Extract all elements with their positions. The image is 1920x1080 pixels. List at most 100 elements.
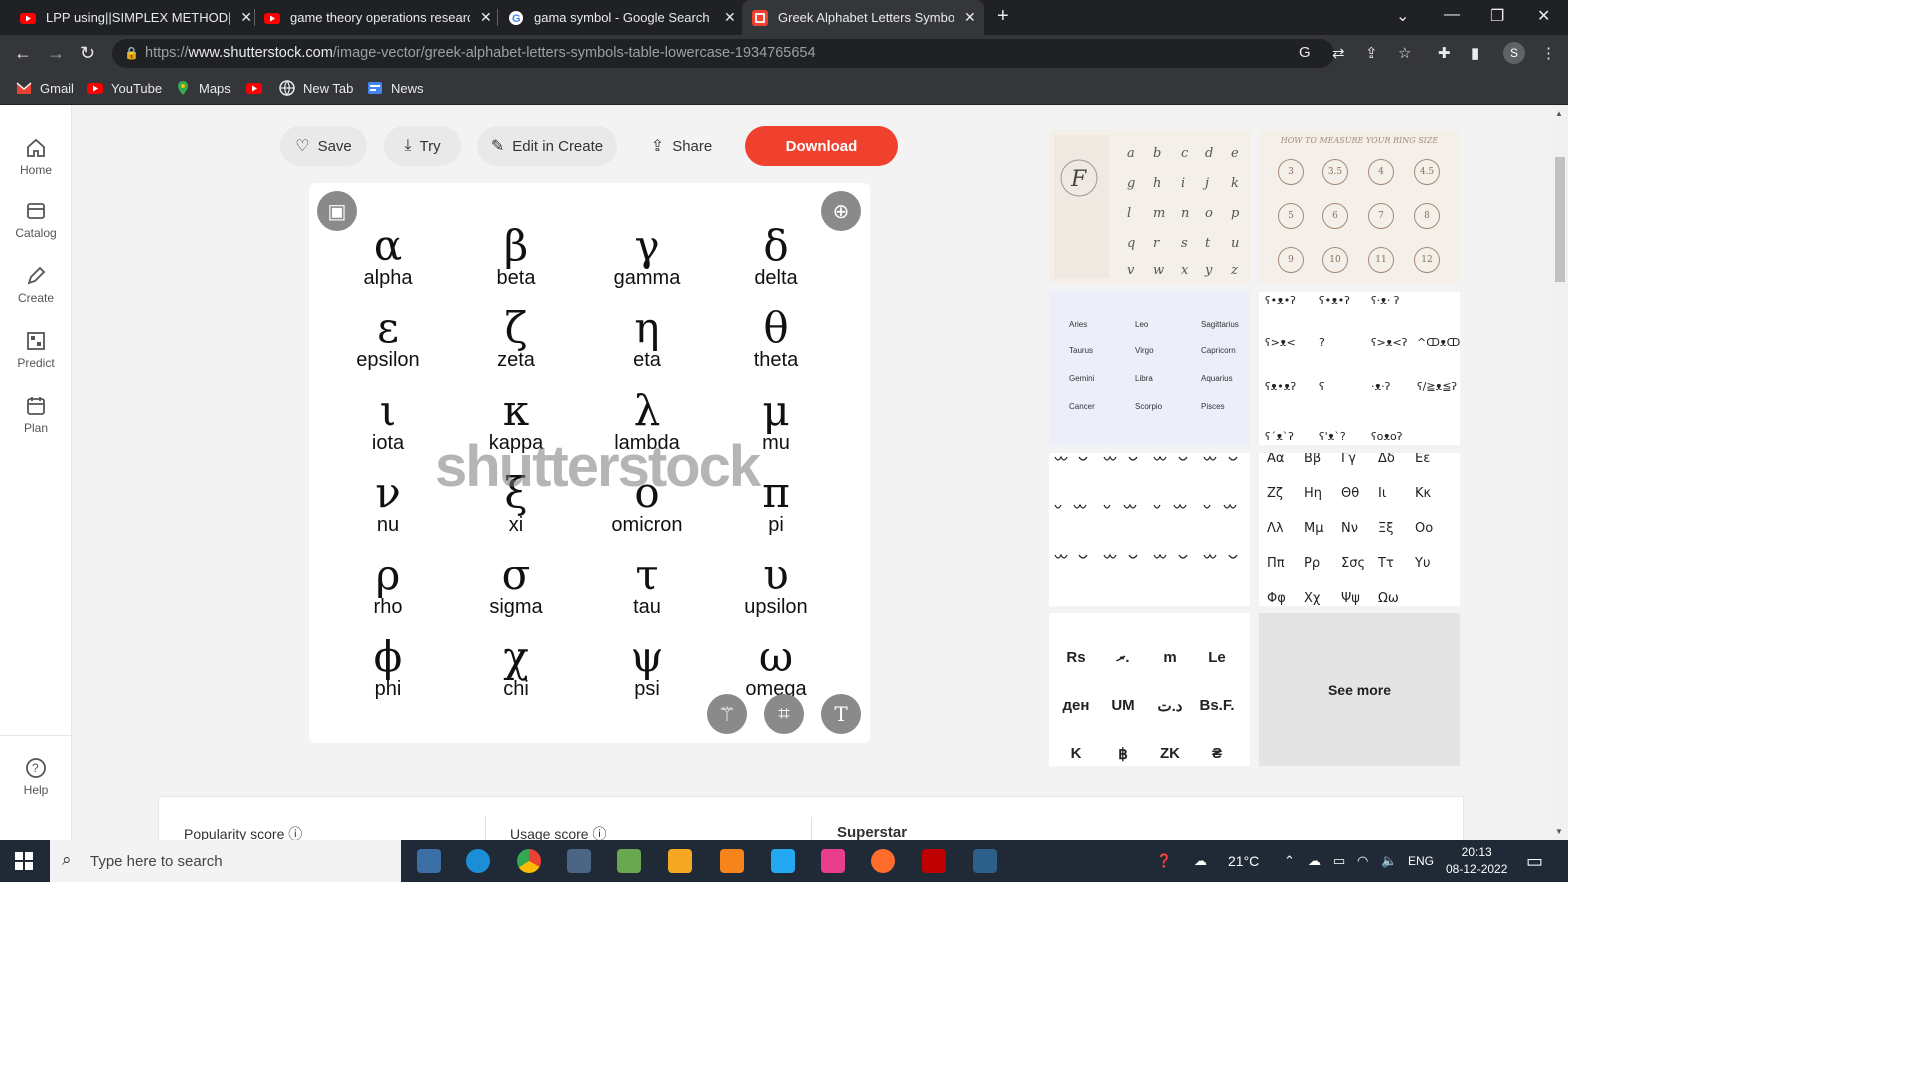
greek-letter: ω — [758, 632, 794, 681]
magic-wand-icon[interactable]: ⚚ — [707, 694, 747, 734]
bookmark-maps[interactable]: Maps — [175, 72, 231, 104]
greek-pair: Ρρ — [1304, 556, 1321, 571]
nav-plan[interactable]: Plan — [0, 395, 72, 435]
share-button[interactable]: ⇪ Share — [634, 126, 729, 166]
greek-pair: Οο — [1415, 521, 1434, 536]
svg-text:a: a — [1127, 146, 1135, 161]
bookmark-news[interactable]: News — [367, 72, 424, 104]
text-icon[interactable]: T — [821, 694, 861, 734]
sidepanel-icon[interactable]: ▮ — [1471, 44, 1479, 62]
wifi-icon[interactable]: ◠ — [1357, 840, 1368, 882]
globe-icon — [279, 80, 295, 97]
scrollbar[interactable]: ▲ ▼ — [1552, 105, 1568, 840]
thumb-currency[interactable]: Rs ރ. m Le ден UM د.ت Bs.F. K ฿ ZK ₴ — [1049, 613, 1250, 766]
bookmark-youtube[interactable]: YouTube — [87, 72, 162, 104]
xampp-icon[interactable] — [720, 849, 744, 873]
thumb-zodiac[interactable]: Aries Leo Sagittarius Taurus Virgo Capricorn G… — [1049, 292, 1250, 445]
nav-home[interactable]: Home — [0, 137, 72, 177]
extensions-icon[interactable]: ✚ — [1438, 44, 1451, 62]
bookmark-new-tab[interactable]: New Tab — [279, 72, 353, 104]
chevron-down-icon[interactable]: ⌄ — [1396, 6, 1409, 26]
menu-icon[interactable]: ⋮ — [1541, 44, 1556, 62]
webstorm-icon[interactable] — [821, 849, 845, 873]
scroll-up-icon[interactable]: ▲ — [1555, 109, 1563, 118]
crop-icon[interactable]: ⌗ — [764, 694, 804, 734]
forward-icon[interactable]: → — [47, 43, 65, 64]
filezilla-icon[interactable] — [922, 849, 946, 873]
scrollbar-thumb[interactable] — [1555, 157, 1565, 282]
tab-shutterstock[interactable]: Greek Alphabet Letters Symbols T ✕ — [742, 0, 984, 35]
nav-create[interactable]: Create — [0, 265, 72, 305]
sublime-icon[interactable] — [668, 849, 692, 873]
ring-size: 4 — [1368, 159, 1394, 185]
toolbar: ← → ↻ 🔒 https://www.shutterstock.com/ima… — [0, 35, 1568, 72]
ring-size: 7 — [1368, 203, 1394, 229]
postman-icon[interactable] — [871, 849, 895, 873]
thumb-pattern[interactable] — [1049, 453, 1250, 606]
tab-game-theory[interactable]: game theory operations research ✕ — [264, 0, 494, 35]
back-icon[interactable]: ← — [14, 43, 32, 64]
thumb-ring-size[interactable]: HOW TO MEASURE YOUR RING SIZE 3 3.5 4 4.5 5 6… — [1259, 130, 1460, 283]
address-bar[interactable]: 🔒 https://www.shutterstock.com/image-vec… — [112, 39, 1334, 68]
translate-icon[interactable]: ⇄ — [1332, 44, 1345, 62]
kaomoji: ʕ/≧ᴥ≦ʔ — [1417, 380, 1458, 393]
nav-catalog[interactable]: Catalog — [0, 200, 72, 240]
bookmark-gmail[interactable]: Gmail — [16, 72, 74, 104]
thumb-kaomoji[interactable]: ʕ•ᴥ•ʔ ʕ•ᴥ•ʔ ʕ·ᴥ· ʔ ʕ>ᴥ<? ʕ>ᴥ<ʔ ^ↀᴥↀ^ ʕᴥ•ᴥʔ ʕ ·ᴥ·… — [1259, 292, 1460, 445]
close-window-icon[interactable]: ✕ — [1537, 6, 1550, 26]
greek-letter: λ — [633, 386, 661, 435]
close-icon[interactable]: ✕ — [724, 9, 736, 26]
nav-help[interactable]: ? Help — [0, 757, 72, 797]
kaomoji: ·ᴥ·ʔ — [1371, 380, 1391, 393]
nav-predict[interactable]: Predict — [0, 330, 72, 370]
edit-icon: ✎ — [490, 138, 505, 155]
vscode-icon[interactable] — [771, 849, 795, 873]
restore-icon[interactable]: ❐ — [1490, 6, 1504, 26]
edit-in-create-button[interactable]: ✎ Edit in Create — [477, 126, 617, 166]
svg-text:c: c — [1181, 146, 1189, 161]
volume-icon[interactable]: 🔈 — [1381, 840, 1397, 882]
share-icon[interactable]: ⇪ — [1365, 44, 1378, 62]
profile-avatar[interactable]: S — [1503, 42, 1525, 64]
minimize-icon[interactable]: — — [1444, 6, 1460, 24]
language-indicator[interactable]: ENG — [1408, 840, 1434, 882]
greek-letter: ν — [375, 468, 401, 517]
zodiac-sign: Cancer — [1069, 402, 1095, 411]
try-button[interactable]: ⤓ Try — [384, 126, 461, 166]
battery-icon[interactable]: ▭ — [1333, 840, 1345, 882]
notepad-icon[interactable] — [617, 849, 641, 873]
notification-icon[interactable]: ▭ — [1526, 840, 1543, 882]
chevron-up-icon[interactable]: ⌃ — [1284, 840, 1295, 882]
close-icon[interactable]: ✕ — [240, 9, 252, 26]
windows-start-icon[interactable] — [15, 852, 33, 875]
thumb-calligraphy[interactable]: F a b c d e g h i j k l m n o p q r s t u v w xy z — [1049, 130, 1250, 283]
svg-text:p: p — [1231, 206, 1240, 221]
sql-icon[interactable] — [567, 849, 591, 873]
download-button[interactable]: Download — [745, 126, 898, 166]
google-icon[interactable]: G — [1299, 44, 1311, 61]
network-icon[interactable] — [973, 849, 997, 873]
weather-icon[interactable]: ☁ — [1194, 840, 1207, 882]
help-tray-icon[interactable]: ❓ — [1156, 840, 1172, 882]
scroll-down-icon[interactable]: ▼ — [1555, 827, 1563, 836]
preview-image[interactable]: ▣ ⊕ α alpha β beta γ gamma δ delta ε epsilon ζ zeta… — [309, 183, 870, 743]
tab-lpp[interactable]: LPP using||SIMPLEX METHOD||si ✕ — [20, 0, 252, 35]
bookmark-youtube-2[interactable] — [246, 72, 270, 104]
star-icon[interactable]: ☆ — [1398, 44, 1411, 62]
clock[interactable]: 20:13 08-12-2022 — [1446, 840, 1507, 882]
taskbar-search[interactable]: ⌕ Type here to search — [50, 840, 401, 882]
thumb-greek-alphabet[interactable]: Αα Ββ Γγ Δδ Εε Ζζ Ηη Θθ Ιι Κκ Λλ Μμ Νν Ξξ Οο Ππ Ρρ Σσς Ττ Υ… — [1259, 453, 1460, 606]
chrome-icon[interactable] — [517, 849, 541, 873]
save-button[interactable]: ♡ Save — [280, 126, 367, 166]
cloud-icon[interactable]: ☁ — [1308, 840, 1321, 882]
svg-text:g: g — [1127, 176, 1135, 191]
date: 08-12-2022 — [1446, 862, 1508, 876]
new-tab-button[interactable]: + — [997, 5, 1009, 28]
reload-icon[interactable]: ↻ — [80, 43, 95, 64]
tab-google-search[interactable]: G gama symbol - Google Search ✕ — [508, 0, 738, 35]
close-icon[interactable]: ✕ — [480, 9, 492, 26]
close-icon[interactable]: ✕ — [964, 9, 976, 26]
edge-icon[interactable] — [466, 849, 490, 873]
file-explorer-icon[interactable] — [417, 849, 441, 873]
see-more-button[interactable]: See more — [1259, 613, 1460, 766]
